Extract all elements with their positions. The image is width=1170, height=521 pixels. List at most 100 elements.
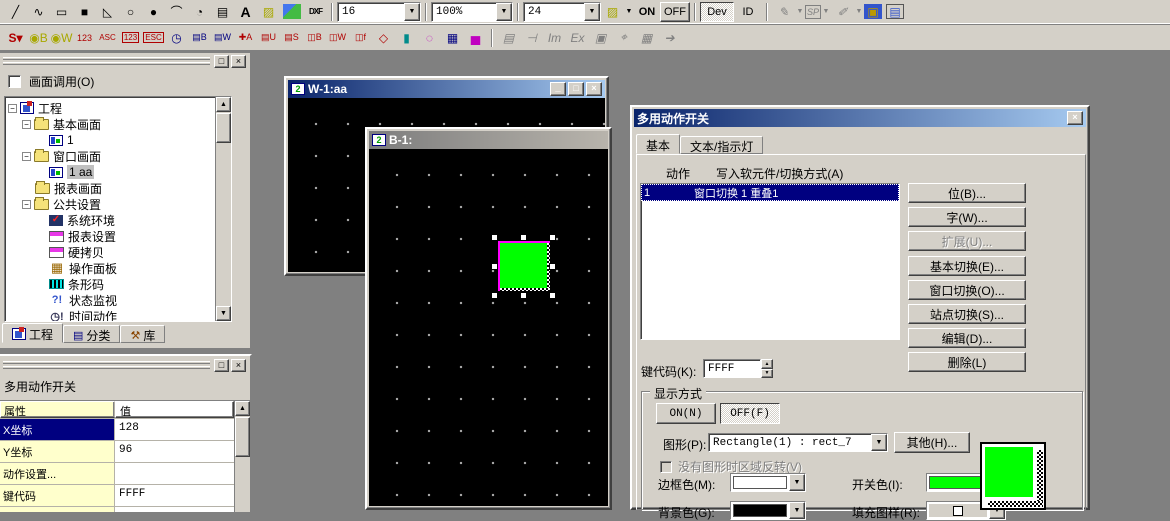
w1-maximize-button[interactable]: □ [568, 82, 584, 96]
tab-library[interactable]: ⚒ 库 [120, 325, 165, 343]
dxf-tool-icon[interactable]: DXF [304, 2, 327, 21]
dev-toggle[interactable]: Dev [700, 2, 734, 22]
data-list-icon[interactable]: 123 [119, 28, 142, 47]
user-alarm-icon[interactable]: ▤U [257, 28, 280, 47]
selection-handle[interactable] [491, 263, 498, 270]
on-state-button[interactable]: ON(N) [656, 403, 716, 424]
property-row-x[interactable]: X坐标 128 [0, 419, 234, 441]
shape-combo[interactable]: Rectangle(1) : rect_7 ▼ [708, 433, 888, 452]
delete-button[interactable]: 删除(L) [908, 352, 1026, 372]
collapse-icon[interactable]: − [22, 152, 31, 161]
filled-rectangle-tool-icon[interactable]: ■ [73, 2, 96, 21]
bg-color-dropdown-icon[interactable]: ▼ [789, 502, 805, 519]
scale-tool-icon[interactable]: ▤ [211, 2, 234, 21]
ascii-display-icon[interactable]: ASC [96, 28, 119, 47]
b1-canvas[interactable] [369, 149, 608, 506]
spin-up-icon[interactable]: ▲ [761, 359, 773, 369]
panel-close-button[interactable]: × [231, 359, 246, 372]
off-toggle[interactable]: OFF [660, 2, 690, 22]
w1-minimize-button[interactable]: _ [550, 82, 566, 96]
parts-display-icon[interactable]: ◇ [372, 28, 395, 47]
tree-item-time-action[interactable]: ◷! 时间动作 [49, 308, 117, 322]
alarm-history-icon[interactable]: ✚A [234, 28, 257, 47]
tree-item-common-settings[interactable]: − 公共设置 [22, 196, 101, 212]
bit-button[interactable]: 位(B)... [908, 183, 1026, 203]
scroll-up-button[interactable]: ▲ [235, 401, 250, 416]
window-switch-button[interactable]: 窗口切换(O)... [908, 280, 1026, 300]
line-tool-icon[interactable]: ╱ [4, 2, 27, 21]
panel-float-button[interactable]: □ [214, 55, 229, 68]
other-shape-button[interactable]: 其他(H)... [894, 432, 970, 453]
polyline-tool-icon[interactable]: ∿ [27, 2, 50, 21]
panel-close-button[interactable]: × [231, 55, 246, 68]
edit-button[interactable]: 编辑(D)... [908, 328, 1026, 348]
key-code-spinner[interactable]: ▲ ▼ [761, 359, 773, 378]
prop-column-header[interactable]: 属性 [0, 401, 115, 418]
fill-color-arrow-icon[interactable]: ▼ [624, 2, 634, 21]
function-switch-icon[interactable]: ◫f [349, 28, 372, 47]
key-code-input[interactable]: FFFF [703, 359, 761, 378]
parts-movement-icon[interactable]: ▮ [395, 28, 418, 47]
tree-item-status-watch[interactable]: ?! 状态监视 [49, 292, 117, 308]
screen-call-checkbox[interactable] [8, 75, 21, 88]
zoom-dropdown-icon[interactable]: ▼ [496, 3, 512, 21]
tree-item-system-env[interactable]: ✓ 系统环境 [49, 212, 115, 228]
fill-color-dropdown-icon[interactable]: ▨ [601, 2, 624, 21]
selection-handle[interactable] [491, 292, 498, 299]
value-cell[interactable]: FFFF [115, 485, 234, 506]
tree-item-base-screen-1[interactable]: 1 [49, 132, 74, 148]
tree-item-base-screens[interactable]: − 基本画面 [22, 116, 101, 132]
tree-item-report-settings[interactable]: 报表设置 [49, 228, 116, 244]
scatter-graph-icon[interactable]: ▦ [441, 28, 464, 47]
tree-item-window-screen-1aa[interactable]: 1 aa [49, 164, 94, 180]
value-cell[interactable] [115, 463, 234, 484]
frame-color-dropdown-icon[interactable]: ▼ [789, 474, 805, 491]
property-row-keycode[interactable]: 键代码 FFFF [0, 485, 234, 507]
bit-comment-icon[interactable]: ▤B [188, 28, 211, 47]
tab-basic[interactable]: 基本 [636, 134, 680, 154]
b1-title-bar[interactable]: 2 B-1: [369, 131, 608, 149]
workspace-preview-icon[interactable]: ▣ [864, 4, 882, 19]
w1-title-bar[interactable]: 2 W-1:aa _ □ × [288, 80, 605, 98]
selection-handle[interactable] [549, 292, 556, 299]
switch-object[interactable] [498, 241, 550, 291]
base-switch-button[interactable]: 基本切换(E)... [908, 256, 1026, 276]
polygon-tool-icon[interactable]: ◺ [96, 2, 119, 21]
w1-close-button[interactable]: × [586, 82, 602, 96]
bit-switch-icon[interactable]: ◫B [303, 28, 326, 47]
panel-float-button[interactable]: □ [214, 359, 229, 372]
shape-dropdown-icon[interactable]: ▼ [871, 434, 887, 451]
property-row-y[interactable]: Y坐标 96 [0, 441, 234, 463]
paint-tool-icon[interactable]: ▨ [257, 2, 280, 21]
tree-item-barcode[interactable]: 条形码 [49, 276, 104, 292]
scroll-thumb[interactable] [216, 113, 231, 143]
tab-text-lamp[interactable]: 文本/指示灯 [680, 136, 763, 154]
rectangle-tool-icon[interactable]: ▭ [50, 2, 73, 21]
word-comment-icon[interactable]: ▤W [211, 28, 234, 47]
arc-tool-icon[interactable]: ⌒ [165, 2, 188, 21]
sector-tool-icon[interactable]: ◔ [188, 2, 211, 21]
project-panel-gripbar[interactable] [3, 57, 210, 67]
selection-handle[interactable] [549, 263, 556, 270]
value-cell[interactable]: 96 [115, 441, 234, 462]
dialog-close-button[interactable]: × [1067, 111, 1083, 125]
scroll-up-button[interactable]: ▲ [216, 97, 231, 112]
font-size-dropdown-icon[interactable]: ▼ [404, 3, 420, 21]
clock-display-icon[interactable]: ◷ [165, 28, 188, 47]
ascii-input-icon[interactable]: ESC [142, 28, 165, 47]
on-toggle[interactable]: ON [634, 2, 660, 22]
word-button[interactable]: 字(W)... [908, 207, 1026, 227]
filled-circle-tool-icon[interactable]: ● [142, 2, 165, 21]
tree-item-operation-panel[interactable]: ▦ 操作面板 [49, 260, 117, 276]
dialog-title-bar[interactable]: 多用动作开关 × [634, 109, 1086, 127]
tree-item-hardcopy[interactable]: 硬拷贝 [49, 244, 104, 260]
selection-handle[interactable] [520, 234, 527, 241]
bg-color-combo[interactable]: ▼ [730, 501, 806, 520]
ellipse-tool-icon[interactable]: ○ [119, 2, 142, 21]
numerical-display-icon[interactable]: 123 [73, 28, 96, 47]
system-alarm-icon[interactable]: ▤S [280, 28, 303, 47]
font-size-combo[interactable]: 16 ▼ [337, 2, 421, 22]
action-list-item[interactable]: 1 窗口切换 1 重叠1 [641, 184, 899, 201]
bit-lamp-icon[interactable]: ◉B [27, 28, 50, 47]
scroll-down-button[interactable]: ▼ [216, 306, 231, 321]
